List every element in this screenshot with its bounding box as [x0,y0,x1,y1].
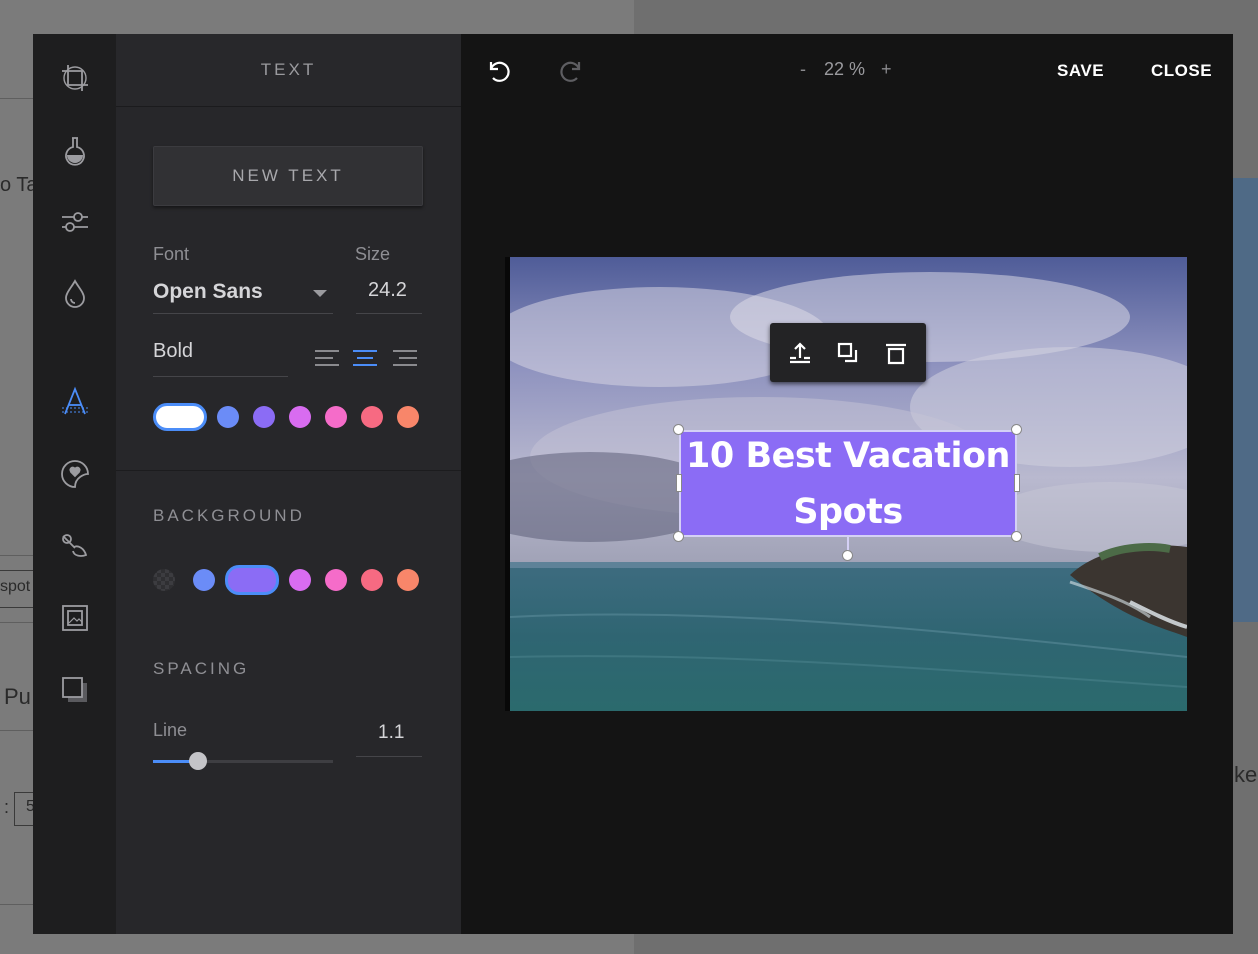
zoom-in-button[interactable]: + [881,59,892,80]
background-section-title: BACKGROUND [153,506,305,525]
line-label: Line [153,720,188,740]
text-color-blue[interactable] [217,406,239,428]
bg-color-coral[interactable] [361,569,383,591]
background-text: ke [1234,762,1258,787]
close-button[interactable]: CLOSE [1151,61,1212,81]
size-label: Size [355,244,391,264]
focus-drop-icon[interactable] [54,273,96,315]
bg-color-orange[interactable] [397,569,419,591]
panel-divider [116,470,461,471]
bg-color-pink[interactable] [325,569,347,591]
crop-icon[interactable] [54,57,96,99]
photo-editor-modal: TEXT NEW TEXT Font Size Open Sans 24.2 B… [33,34,1233,934]
text-object-content[interactable]: 10 Best Vacation Spots [686,428,1010,540]
save-button[interactable]: SAVE [1057,61,1104,81]
resize-handle-right[interactable] [1014,474,1020,492]
bg-color-violet[interactable] [289,569,311,591]
frame-icon[interactable] [54,597,96,639]
panel-title: TEXT [260,60,317,79]
background-thumbnail [1233,178,1258,622]
line-spacing-slider-handle[interactable] [189,752,207,770]
bg-color-purple-selected[interactable] [225,565,279,595]
background-divider [0,622,33,623]
bg-color-blue[interactable] [193,569,215,591]
undo-icon[interactable] [484,56,512,84]
resize-handle-top-right[interactable] [1011,424,1022,435]
text-color-orange[interactable] [397,406,419,428]
background-text: : [4,797,10,817]
spacing-section-title: SPACING [153,659,250,678]
background-divider [0,555,33,556]
bring-to-front-icon[interactable] [787,340,813,366]
text-panel: TEXT NEW TEXT Font Size Open Sans 24.2 B… [116,34,461,934]
filter-flask-icon[interactable] [54,129,96,171]
resize-handle-bottom-right[interactable] [1011,531,1022,542]
rotate-handle-stem [847,537,849,551]
text-object-toolbar [770,323,926,382]
panel-header: TEXT [116,34,461,107]
sticker-icon[interactable] [54,453,96,495]
background-text: spot [0,578,31,595]
text-color-violet[interactable] [289,406,311,428]
line-spacing-underline [356,756,422,757]
text-tool-icon[interactable] [54,381,96,423]
background-text: Pu [4,684,31,709]
background-divider [0,730,33,731]
new-text-button[interactable]: NEW TEXT [153,146,423,206]
align-right-icon[interactable] [393,350,417,368]
zoom-level: 22 % [824,59,866,79]
text-color-coral[interactable] [361,406,383,428]
background-text: o Ta [0,174,38,196]
weight-underline [153,376,288,377]
bg-color-transparent[interactable] [153,569,175,591]
overlay-icon[interactable] [54,669,96,711]
delete-icon[interactable] [883,340,909,366]
zoom-out-button[interactable]: - [800,59,806,80]
chevron-down-icon[interactable] [313,290,327,297]
adjust-sliders-icon[interactable] [54,201,96,243]
resize-handle-bottom-left[interactable] [673,531,684,542]
size-underline [356,313,422,314]
text-color-pink[interactable] [325,406,347,428]
line-spacing-input[interactable]: 1.1 [378,722,404,744]
font-select-value[interactable]: Open Sans [153,280,263,304]
weight-select-value[interactable]: Bold [153,340,193,363]
font-label: Font [153,244,190,264]
font-underline [153,313,333,314]
resize-handle-top-left[interactable] [673,424,684,435]
brush-icon[interactable] [54,525,96,567]
tool-rail [33,34,116,934]
text-color-white-selected[interactable] [153,403,207,431]
align-center-icon[interactable] [353,350,377,368]
text-object[interactable]: 10 Best Vacation Spots [679,430,1017,537]
text-color-purple[interactable] [253,406,275,428]
redo-icon[interactable] [558,56,586,84]
background-divider [0,98,33,99]
background-divider [0,904,33,905]
size-input[interactable]: 24.2 [368,279,407,302]
rotate-handle[interactable] [842,550,853,561]
align-left-icon[interactable] [315,350,339,368]
duplicate-icon[interactable] [835,340,861,366]
resize-handle-left[interactable] [676,474,682,492]
